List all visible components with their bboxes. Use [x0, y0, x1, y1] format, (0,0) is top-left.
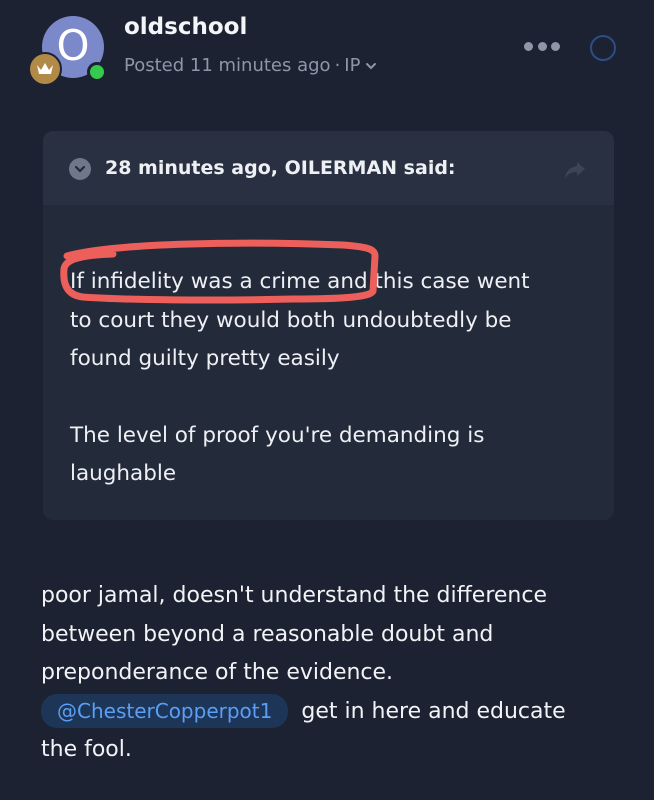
reply-line: preponderance of the evidence.: [41, 660, 394, 685]
quote-line: If infidelity was a crime and this case …: [70, 269, 530, 294]
quote-header: 28 minutes ago, OILERMAN said:: [43, 131, 614, 205]
post-meta: Posted 11 minutes ago · IP: [124, 55, 378, 76]
quote-line: found guilty pretty easily: [70, 346, 340, 371]
chevron-down-circle-icon[interactable]: [69, 158, 91, 180]
crown-icon: [28, 52, 62, 86]
quote-line: laughable: [70, 461, 177, 486]
chevron-down-icon[interactable]: [364, 59, 378, 73]
quote-line: to court they would both undoubtedly be: [70, 307, 512, 333]
author-avatar-group[interactable]: O: [28, 16, 107, 86]
reply-text: poor jamal, doesn't understand the diffe…: [41, 577, 621, 770]
ip-label[interactable]: IP: [344, 55, 360, 76]
quote-block: 28 minutes ago, OILERMAN said: If infide…: [43, 131, 614, 520]
more-dots-icon[interactable]: [524, 36, 560, 56]
reply-line: the fool.: [41, 737, 132, 762]
post-timestamp[interactable]: Posted 11 minutes ago: [124, 55, 331, 76]
quote-attribution[interactable]: 28 minutes ago, OILERMAN said:: [105, 157, 456, 179]
share-arrow-icon[interactable]: [563, 159, 587, 181]
meta-separator: ·: [334, 55, 341, 76]
select-circle-icon[interactable]: [590, 35, 616, 61]
reply-line: @ChesterCopperpot1 get in here and educa…: [41, 693, 621, 732]
user-mention[interactable]: @ChesterCopperpot1: [41, 693, 289, 728]
forum-post: O oldschool Posted 11 minutes ago · IP 2…: [0, 0, 654, 800]
reply-line: poor jamal, doesn't understand the diffe…: [41, 583, 547, 608]
reply-line-fragment: get in here and educate: [301, 698, 566, 724]
reply-line: between beyond a reasonable doubt and: [41, 621, 494, 647]
quote-line: The level of proof you're demanding is: [70, 422, 485, 448]
quote-text: If infidelity was a crime and this case …: [70, 263, 595, 494]
online-status-indicator: [87, 62, 107, 82]
author-username[interactable]: oldschool: [124, 14, 247, 40]
